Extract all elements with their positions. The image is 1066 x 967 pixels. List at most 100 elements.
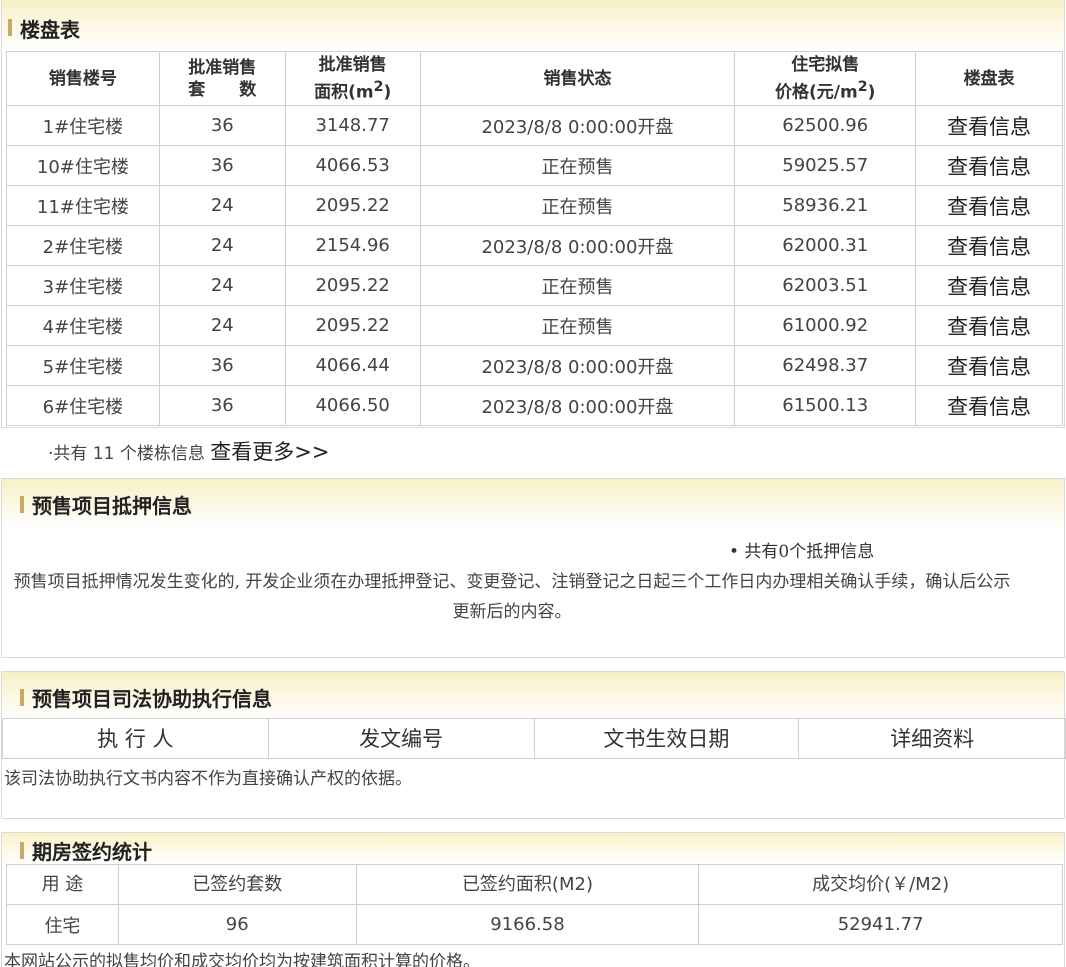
buildings-table: 销售楼号 批准销售 套 数 批准销售 面积(m2) 销售状态 住宅拟售 价格(元… <box>6 51 1063 426</box>
cell-area: 4066.44 <box>284 345 421 386</box>
buildings-summary: ·共有 11 个楼栋信息 查看更多>> <box>48 436 329 466</box>
header-bar-icon <box>20 496 24 513</box>
cell-units: 24 <box>158 265 286 306</box>
table-row: 住宅 96 9166.58 52941.77 <box>6 904 1063 945</box>
cell-building: 10#住宅楼 <box>6 145 160 186</box>
view-info-link[interactable]: 查看信息 <box>915 265 1063 306</box>
cell-area: 2095.22 <box>284 305 421 346</box>
table-row: 1#住宅楼 36 3148.77 2023/8/8 0:00:00开盘 6250… <box>6 105 1063 146</box>
header-bar-icon <box>8 19 12 36</box>
cell-building: 6#住宅楼 <box>6 385 160 426</box>
cell-units: 24 <box>158 225 286 266</box>
cell-area: 2154.96 <box>284 225 421 266</box>
cell-units: 36 <box>158 345 286 386</box>
cell-units: 36 <box>158 105 286 146</box>
cell-status: 2023/8/8 0:00:00开盘 <box>419 345 736 386</box>
header-executor: 执 行 人 <box>2 718 269 759</box>
header-details: 详细资料 <box>798 718 1066 759</box>
cell-units: 36 <box>158 385 286 426</box>
cell-status: 2023/8/8 0:00:00开盘 <box>419 225 736 266</box>
table-row: 6#住宅楼 36 4066.50 2023/8/8 0:00:00开盘 6150… <box>6 385 1063 426</box>
stats-panel-title: 期房签约统计 <box>32 840 152 864</box>
stats-note: 本网站公示的拟售均价和成交均价均为按建筑面积计算的价格。 <box>4 952 480 967</box>
header-avg-price: 成交均价(￥/M2) <box>698 864 1063 905</box>
mortgage-panel-title: 预售项目抵押信息 <box>32 494 192 518</box>
cell-status: 正在预售 <box>419 305 736 346</box>
cell-status: 2023/8/8 0:00:00开盘 <box>419 105 736 146</box>
judicial-panel-header: 预售项目司法协助执行信息 <box>2 672 1064 720</box>
cell-price: 62000.31 <box>734 225 917 266</box>
cell-building: 3#住宅楼 <box>6 265 160 306</box>
cell-building: 5#住宅楼 <box>6 345 160 386</box>
table-row: 3#住宅楼 24 2095.22 正在预售 62003.51 查看信息 <box>6 265 1063 306</box>
cell-status: 正在预售 <box>419 265 736 306</box>
table-row: 11#住宅楼 24 2095.22 正在预售 58936.21 查看信息 <box>6 185 1063 226</box>
mortgage-panel: 预售项目抵押信息 • 共有0个抵押信息 预售项目抵押情况发生变化的, 开发企业须… <box>1 478 1065 658</box>
view-info-link[interactable]: 查看信息 <box>915 185 1063 226</box>
header-effective-date: 文书生效日期 <box>533 718 800 759</box>
view-info-link[interactable]: 查看信息 <box>915 145 1063 186</box>
header-units: 批准销售 套 数 <box>158 51 286 106</box>
view-info-link[interactable]: 查看信息 <box>915 385 1063 426</box>
table-row: 5#住宅楼 36 4066.44 2023/8/8 0:00:00开盘 6249… <box>6 345 1063 386</box>
table-row: 10#住宅楼 36 4066.53 正在预售 59025.57 查看信息 <box>6 145 1063 186</box>
mortgage-count: • 共有0个抵押信息 <box>729 542 875 562</box>
mortgage-panel-header: 预售项目抵押信息 <box>2 479 1064 527</box>
buildings-panel-title: 楼盘表 <box>20 18 80 42</box>
table-row: 2#住宅楼 24 2154.96 2023/8/8 0:00:00开盘 6200… <box>6 225 1063 266</box>
judicial-panel: 预售项目司法协助执行信息 执 行 人 发文编号 文书生效日期 详细资料 该司法协… <box>1 671 1066 819</box>
cell-signed-area: 9166.58 <box>355 904 700 945</box>
cell-units: 36 <box>158 145 286 186</box>
view-more-link[interactable]: 查看更多>> <box>210 440 329 464</box>
cell-price: 61500.13 <box>734 385 917 426</box>
view-info-link[interactable]: 查看信息 <box>915 345 1063 386</box>
header-status: 销售状态 <box>419 51 736 106</box>
stats-panel: 期房签约统计 用 途 已签约套数 已签约面积(M2) 成交均价(￥/M2) 住宅… <box>1 832 1065 967</box>
header-bar-icon <box>20 842 24 859</box>
cell-price: 58936.21 <box>734 185 917 226</box>
header-usage: 用 途 <box>6 864 119 905</box>
stats-table: 用 途 已签约套数 已签约面积(M2) 成交均价(￥/M2) 住宅 96 916… <box>6 864 1063 945</box>
cell-price: 62498.37 <box>734 345 917 386</box>
cell-area: 2095.22 <box>284 265 421 306</box>
mortgage-notice: 预售项目抵押情况发生变化的, 开发企业须在办理抵押登记、变更登记、注销登记之日起… <box>13 572 1011 622</box>
header-table: 楼盘表 <box>915 51 1063 106</box>
cell-area: 3148.77 <box>284 105 421 146</box>
buildings-count-text: ·共有 11 个楼栋信息 <box>48 444 211 464</box>
table-row: 4#住宅楼 24 2095.22 正在预售 61000.92 查看信息 <box>6 305 1063 346</box>
cell-area: 2095.22 <box>284 185 421 226</box>
header-building: 销售楼号 <box>6 51 160 106</box>
cell-status: 2023/8/8 0:00:00开盘 <box>419 385 736 426</box>
header-price: 住宅拟售 价格(元/m2) <box>734 51 917 106</box>
cell-building: 1#住宅楼 <box>6 105 160 146</box>
buildings-panel-header: 楼盘表 <box>2 0 1064 50</box>
cell-price: 62500.96 <box>734 105 917 146</box>
cell-units: 24 <box>158 185 286 226</box>
cell-building: 4#住宅楼 <box>6 305 160 346</box>
cell-building: 2#住宅楼 <box>6 225 160 266</box>
cell-units: 24 <box>158 305 286 346</box>
header-document-number: 发文编号 <box>267 718 535 759</box>
view-info-link[interactable]: 查看信息 <box>915 225 1063 266</box>
view-info-link[interactable]: 查看信息 <box>915 105 1063 146</box>
cell-avg-price: 52941.77 <box>698 904 1063 945</box>
cell-area: 4066.53 <box>284 145 421 186</box>
cell-status: 正在预售 <box>419 145 736 186</box>
header-area: 批准销售 面积(m2) <box>284 51 421 106</box>
header-signed-area: 已签约面积(M2) <box>355 864 700 905</box>
header-signed-count: 已签约套数 <box>117 864 357 905</box>
stats-panel-header: 期房签约统计 <box>2 833 1064 864</box>
header-bar-icon <box>20 689 24 706</box>
cell-price: 59025.57 <box>734 145 917 186</box>
cell-status: 正在预售 <box>419 185 736 226</box>
view-info-link[interactable]: 查看信息 <box>915 305 1063 346</box>
stats-table-header-row: 用 途 已签约套数 已签约面积(M2) 成交均价(￥/M2) <box>6 864 1063 905</box>
judicial-table-header-row: 执 行 人 发文编号 文书生效日期 详细资料 <box>2 718 1066 759</box>
cell-usage: 住宅 <box>6 904 119 945</box>
buildings-table-header-row: 销售楼号 批准销售 套 数 批准销售 面积(m2) 销售状态 住宅拟售 价格(元… <box>6 51 1063 106</box>
judicial-table: 执 行 人 发文编号 文书生效日期 详细资料 <box>2 718 1066 759</box>
judicial-note: 该司法协助执行文书内容不作为直接确认产权的依据。 <box>4 769 412 789</box>
cell-price: 61000.92 <box>734 305 917 346</box>
judicial-panel-title: 预售项目司法协助执行信息 <box>32 687 272 711</box>
cell-signed-count: 96 <box>117 904 357 945</box>
